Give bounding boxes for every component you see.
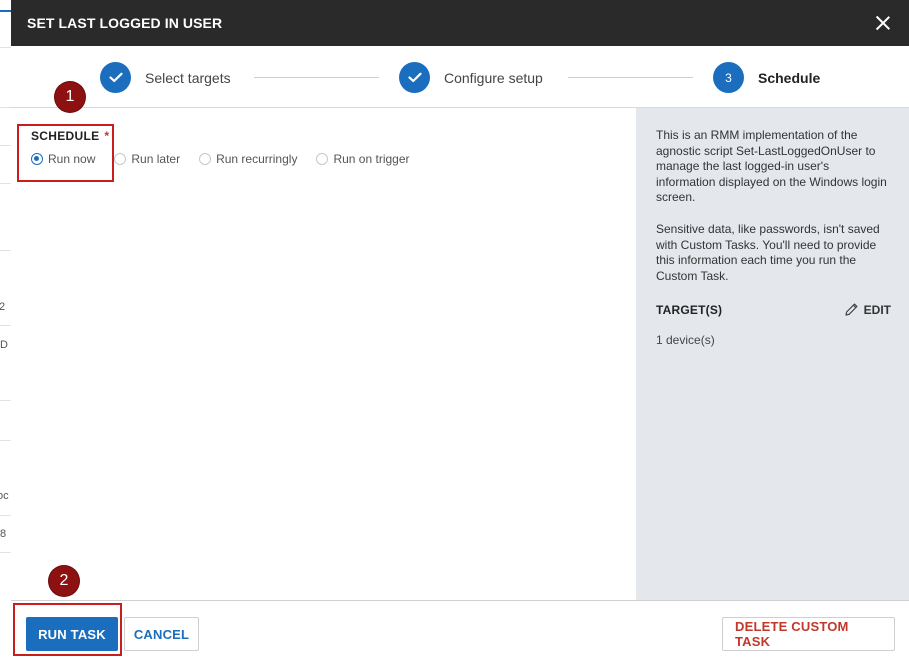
step-connector	[568, 77, 693, 78]
targets-title: TARGET(S)	[656, 302, 723, 317]
background-text: D	[0, 339, 8, 351]
step-label: Schedule	[758, 69, 821, 86]
delete-custom-task-button[interactable]: DELETE CUSTOM TASK	[722, 617, 895, 651]
edit-targets-button[interactable]: EDIT	[844, 302, 891, 317]
dialog-body: SCHEDULE * Run now Run later Run recurrin…	[11, 108, 909, 600]
radio-run-now[interactable]: Run now	[31, 152, 95, 166]
close-icon[interactable]	[873, 13, 893, 33]
background-text: oc	[0, 490, 9, 502]
radio-unchecked-icon[interactable]	[114, 153, 127, 165]
step-select-targets[interactable]: Select targets	[100, 62, 231, 93]
annotation-badge-2: 2	[49, 566, 79, 596]
sensitive-data-note: Sensitive data, like passwords, isn't sa…	[656, 221, 880, 283]
radio-label: Run on trigger	[333, 152, 410, 166]
pencil-icon	[845, 303, 858, 316]
dialog-title: SET LAST LOGGED IN USER	[27, 15, 223, 31]
dialog-header: SET LAST LOGGED IN USER	[11, 0, 909, 46]
radio-unchecked-icon[interactable]	[199, 153, 212, 165]
step-label: Select targets	[145, 69, 231, 86]
radio-unchecked-icon[interactable]	[316, 153, 329, 165]
targets-count: 1 device(s)	[656, 333, 715, 348]
task-description: This is an RMM implementation of the agn…	[656, 128, 887, 205]
cancel-button[interactable]: CANCEL	[124, 617, 199, 651]
step-schedule[interactable]: 3 Schedule	[713, 62, 820, 93]
schedule-label: SCHEDULE *	[31, 129, 109, 143]
schedule-label-text: SCHEDULE	[31, 129, 100, 143]
stepper: Select targets Configure setup 3 Schedul…	[11, 46, 909, 108]
radio-run-later[interactable]: Run later	[114, 152, 180, 166]
schedule-panel: SCHEDULE * Run now Run later Run recurrin…	[11, 108, 636, 600]
custom-task-dialog: SET LAST LOGGED IN USER Select targets C…	[11, 0, 909, 661]
radio-run-on-trigger[interactable]: Run on trigger	[316, 152, 410, 166]
info-sidebar: This is an RMM implementation of the agn…	[636, 108, 909, 600]
run-task-button[interactable]: RUN TASK	[26, 617, 118, 651]
check-icon	[100, 62, 131, 93]
step-number: 3	[713, 62, 744, 93]
background-text: f8	[0, 528, 7, 540]
radio-label: Run recurringly	[216, 152, 298, 166]
radio-run-recurringly[interactable]: Run recurringly	[199, 152, 297, 166]
targets-header: TARGET(S) EDIT	[656, 302, 891, 317]
background-text: 2	[0, 301, 5, 313]
step-connector	[254, 77, 379, 78]
radio-checked-icon[interactable]	[31, 153, 43, 165]
radio-label: Run now	[48, 152, 96, 166]
required-mark: *	[104, 129, 110, 143]
schedule-radio-group: Run now Run later Run recurringly Run on…	[31, 152, 429, 166]
page: 2 D oc f8 SET LAST LOGGED IN USER Select…	[0, 0, 909, 661]
dialog-footer: RUN TASK CANCEL DELETE CUSTOM TASK	[11, 600, 909, 661]
annotation-badge-1: 1	[55, 82, 85, 112]
check-icon	[399, 62, 430, 93]
edit-label: EDIT	[863, 302, 891, 317]
step-configure-setup[interactable]: Configure setup	[399, 62, 543, 93]
radio-label: Run later	[131, 152, 181, 166]
step-label: Configure setup	[444, 69, 543, 86]
